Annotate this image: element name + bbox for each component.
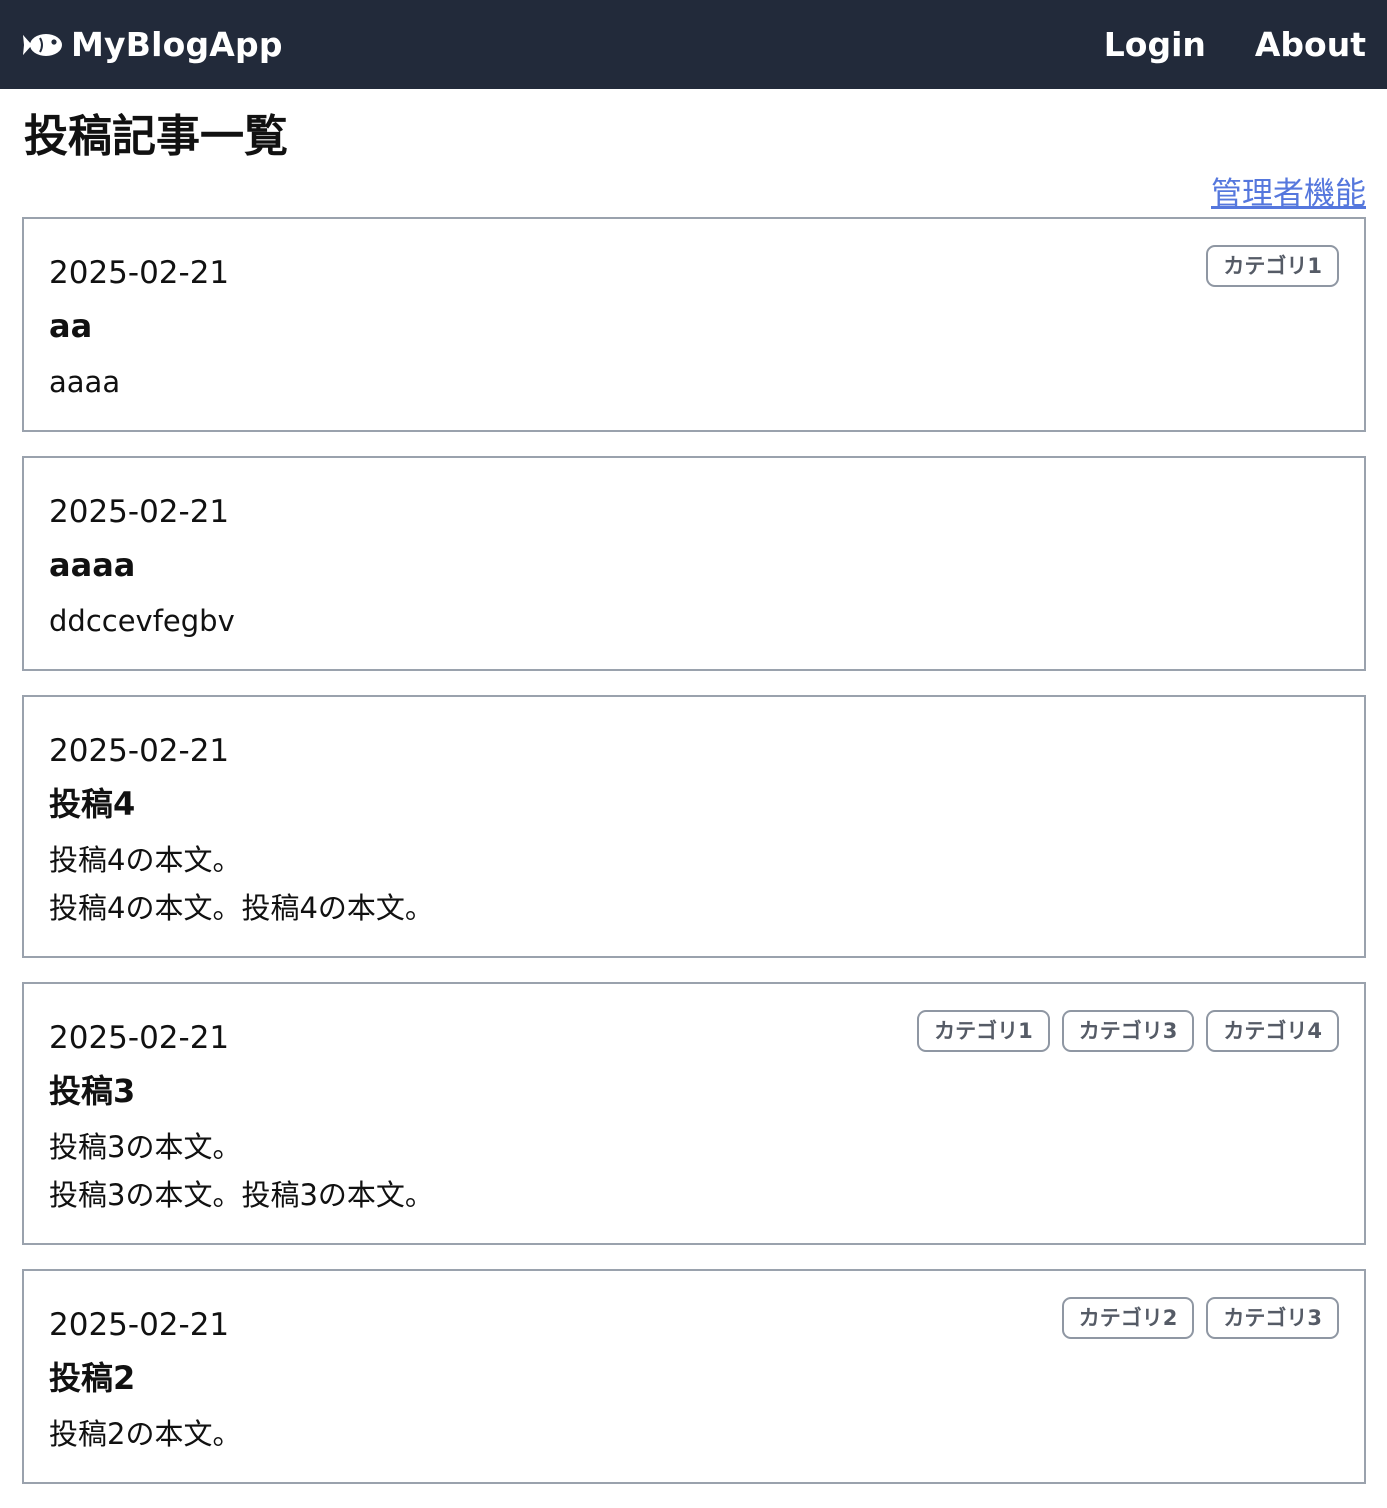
admin-row: 管理者機能 <box>22 168 1366 212</box>
post-card[interactable]: 2025-02-21 投稿4 投稿4の本文。 投稿4の本文。投稿4の本文。 <box>22 694 1366 958</box>
post-body: 投稿4の本文。 投稿4の本文。投稿4の本文。 <box>49 842 434 925</box>
post-title: aa <box>49 306 93 345</box>
post-header: 2025-02-21 カテゴリ1 <box>49 244 1339 295</box>
post-title: aaaa <box>49 545 136 584</box>
category-tag: カテゴリ1 <box>1206 244 1339 287</box>
main-content: 投稿記事一覧 管理者機能 2025-02-21 カテゴリ1 aa aaaa 2025-0… <box>22 89 1366 1508</box>
post-body: 投稿2の本文。 <box>49 1416 242 1451</box>
post-header: 2025-02-21 <box>49 723 1339 773</box>
post-tags: カテゴリ1 <box>1206 244 1339 287</box>
post-card[interactable]: 2025-02-21 カテゴリ1 aa aaaa <box>22 216 1366 432</box>
category-tag: カテゴリ2 <box>1061 1296 1195 1339</box>
post-date: 2025-02-21 <box>49 1019 230 1056</box>
top-navbar: MyBlogApp Login About <box>0 0 1387 89</box>
post-body: aaaa <box>49 364 121 399</box>
nav-login-link[interactable]: Login <box>1104 25 1206 64</box>
nav-about-link[interactable]: About <box>1255 25 1366 64</box>
page-title: 投稿記事一覧 <box>24 111 288 162</box>
nav-menu: Login About <box>1055 25 1366 64</box>
brand-link[interactable]: MyBlogApp <box>21 25 283 64</box>
brand-name: MyBlogApp <box>71 25 283 64</box>
post-title: 投稿3 <box>49 1071 136 1110</box>
admin-link[interactable]: 管理者機能 <box>1211 176 1366 212</box>
post-tags: カテゴリ2 カテゴリ3 <box>1061 1296 1339 1339</box>
post-header: 2025-02-21 カテゴリ1 カテゴリ3 カテゴリ4 <box>49 1009 1339 1060</box>
post-header: 2025-02-21 カテゴリ2 カテゴリ3 <box>49 1296 1339 1347</box>
post-card[interactable]: 2025-02-21 カテゴリ1 カテゴリ3 カテゴリ4 投稿3 投稿3の本文。 投稿3の… <box>22 981 1366 1245</box>
category-tag: カテゴリ3 <box>1206 1296 1339 1339</box>
category-tag: カテゴリ3 <box>1061 1009 1195 1052</box>
post-date: 2025-02-21 <box>49 732 230 769</box>
post-title: 投稿4 <box>49 784 136 823</box>
post-date: 2025-02-21 <box>49 254 230 291</box>
post-date: 2025-02-21 <box>49 493 230 530</box>
post-tags: カテゴリ1 カテゴリ3 カテゴリ4 <box>917 1009 1339 1052</box>
post-header: 2025-02-21 <box>49 484 1339 534</box>
post-title: 投稿2 <box>49 1358 136 1397</box>
post-body: ddccevfegbv <box>49 603 235 638</box>
post-date: 2025-02-21 <box>49 1306 230 1343</box>
post-card[interactable]: 2025-02-21 カテゴリ2 カテゴリ3 投稿2 投稿2の本文。 <box>22 1268 1366 1484</box>
post-card[interactable]: 2025-02-21 aaaa ddccevfegbv <box>22 455 1366 671</box>
post-body: 投稿3の本文。 投稿3の本文。投稿3の本文。 <box>49 1129 434 1212</box>
post-list: 2025-02-21 カテゴリ1 aa aaaa 2025-02-21 aaaa ddcce… <box>22 216 1366 1484</box>
fish-icon <box>23 33 62 56</box>
category-tag: カテゴリ1 <box>917 1009 1050 1052</box>
category-tag: カテゴリ4 <box>1206 1009 1339 1052</box>
